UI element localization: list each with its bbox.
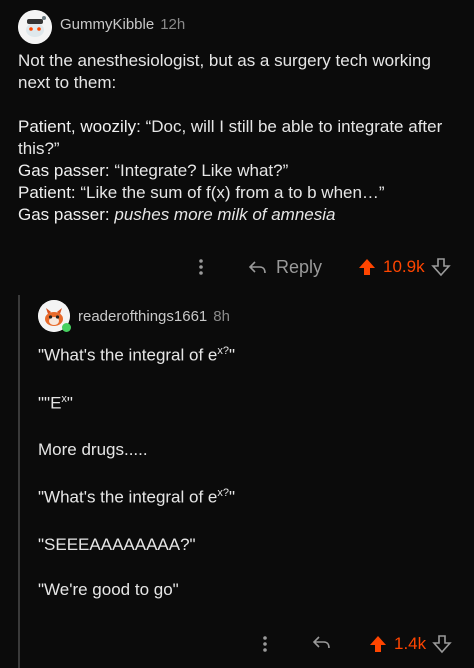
dialogue-line-3: Patient: “Like the sum of f(x) from a to… [18, 182, 468, 204]
reply-button[interactable] [312, 634, 332, 652]
reply-arrow-icon [248, 260, 266, 273]
username[interactable]: readerofthings1661 [78, 308, 207, 325]
online-status-dot [62, 323, 71, 332]
upvote-icon[interactable] [357, 257, 377, 277]
reply-label: Reply [276, 257, 323, 277]
dialogue-text: “Doc, will I still be able to integrate … [140, 117, 443, 136]
reply-line-4: "What's the integral of ex?" [38, 487, 236, 507]
vote-controls: 10.9k [357, 257, 451, 277]
comment-body: Not the anesthesiologist, but as a surge… [18, 50, 468, 226]
reply-line-3: More drugs..... [38, 440, 148, 459]
speaker-label: Gas passer: [18, 205, 110, 224]
more-options-button[interactable] [260, 634, 270, 654]
vote-controls: 1.4k [368, 634, 452, 654]
reply-line-1: "What's the integral of ex?" [38, 345, 236, 365]
speaker-label: Patient: [18, 183, 76, 202]
dialogue-line-1: Patient, woozily: “Doc, will I still be … [18, 116, 468, 138]
upvote-icon[interactable] [368, 634, 388, 654]
score: 1.4k [394, 634, 427, 653]
dialogue-text: pushes more milk of amnesia [109, 205, 336, 224]
timestamp: 12h [160, 16, 186, 33]
intro-line-2: next to them: [18, 73, 117, 92]
timestamp: 8h [213, 308, 230, 325]
dialogue-line-1-cont: this?” [18, 139, 60, 158]
reply-line-2: ""Ex" [38, 393, 73, 413]
dialogue-text: “Like the sum of f(x) from a to b when…” [75, 183, 385, 202]
speaker-label: Patient, woozily: [18, 117, 141, 136]
downvote-icon[interactable] [432, 634, 452, 654]
score: 10.9k [383, 257, 425, 276]
avatar[interactable] [18, 10, 52, 44]
reply-line-5: "SEEEAAAAAAAA?" [38, 535, 196, 554]
thread-line[interactable] [18, 295, 20, 668]
reply-arrow-icon [312, 636, 330, 649]
dialogue-line-4: Gas passer: pushes more milk of amnesia [18, 204, 468, 226]
snoo-avatar-icon [18, 10, 52, 44]
dialogue-line-2: Gas passer: “Integrate? Like what?” [18, 160, 468, 182]
comment-header: readerofthings1661 8h [78, 308, 230, 326]
more-options-button[interactable] [196, 257, 206, 277]
speaker-label: Gas passer: [18, 161, 110, 180]
intro-line-1: Not the anesthesiologist, but as a surge… [18, 51, 431, 70]
more-vertical-icon [199, 259, 203, 275]
more-vertical-icon [263, 636, 267, 652]
username[interactable]: GummyKibble [60, 16, 154, 33]
reply-button[interactable]: Reply [248, 257, 322, 278]
dialogue-text: “Integrate? Like what?” [109, 161, 289, 180]
comment-header: GummyKibble 12h [60, 16, 185, 34]
downvote-icon[interactable] [430, 257, 451, 277]
reply-line-6: "We're good to go" [38, 580, 179, 599]
